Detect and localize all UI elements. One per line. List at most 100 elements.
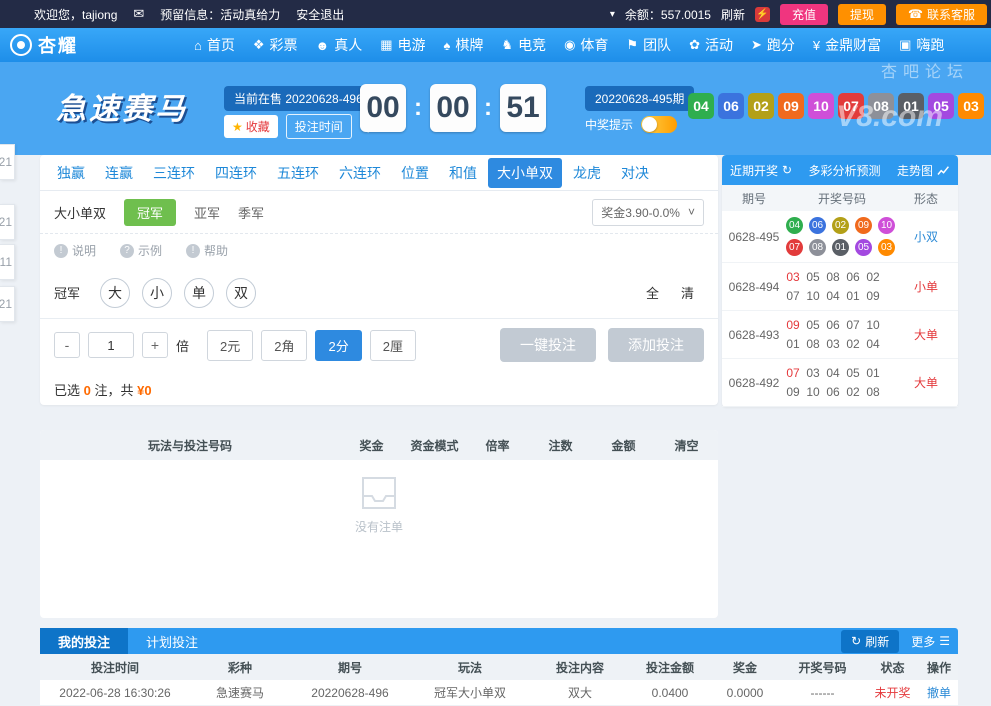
result-number: 05 bbox=[846, 366, 860, 380]
bet-summary: 已选 0 注，共 ¥0 bbox=[40, 371, 718, 405]
nav-label: 嗨跑 bbox=[916, 37, 945, 53]
empty-inbox-icon bbox=[362, 477, 396, 509]
multiplier-input[interactable] bbox=[88, 332, 134, 358]
left-strip-item[interactable]: 21 bbox=[0, 286, 15, 322]
tab-recent-results[interactable]: 近期开奖 ↻ bbox=[730, 162, 792, 179]
logout-link[interactable]: 安全退出 bbox=[296, 6, 344, 23]
help-shili[interactable]: ? 示例 bbox=[120, 242, 162, 259]
nav-label: 电竞 bbox=[518, 37, 547, 53]
chess-icon: ♠ bbox=[443, 37, 451, 53]
col-period: 期号 bbox=[337, 660, 362, 675]
brand-logo-icon bbox=[10, 34, 32, 56]
nav-item-chess[interactable]: ♠ 棋牌 bbox=[444, 35, 484, 55]
bet-option-da[interactable]: 大 bbox=[100, 277, 131, 308]
help-shuoming[interactable]: ! 说明 bbox=[54, 242, 96, 259]
nav-item-activity[interactable]: ✿ 活动 bbox=[689, 35, 733, 55]
number-ball: 02 bbox=[832, 217, 849, 234]
nav-item-team[interactable]: ⚑ 团队 bbox=[626, 35, 671, 55]
nav-item-paofen[interactable]: ➤ 跑分 bbox=[751, 35, 795, 55]
contact-service-button[interactable]: ☎ 联系客服 bbox=[896, 3, 987, 25]
mail-icon[interactable]: ✉ bbox=[133, 6, 144, 22]
nav-item-lottery[interactable]: ❖ 彩票 bbox=[253, 35, 298, 55]
nav-label: 团队 bbox=[643, 37, 672, 53]
nav-item-live[interactable]: ☻ 真人 bbox=[316, 35, 363, 55]
help-label: 示例 bbox=[138, 244, 163, 258]
empty-text: 没有注单 bbox=[354, 520, 403, 534]
topbar-left: 欢迎您，tajiong ✉ 预留信息：活动真给力 安全退出 bbox=[34, 6, 344, 23]
play-tab-weizhi[interactable]: 位置 bbox=[392, 158, 438, 188]
countdown-colon: : bbox=[414, 94, 422, 121]
play-tab-longhu[interactable]: 龙虎 bbox=[564, 158, 610, 188]
tab-my-bets[interactable]: 我的投注 bbox=[40, 628, 129, 654]
game-logo: 急速赛马 bbox=[56, 93, 188, 126]
nav-item-wealth[interactable]: ¥ 金鼎财富 bbox=[813, 35, 881, 55]
recharge-button[interactable]: 充值 bbox=[780, 3, 829, 25]
play-tab-wulianhuan[interactable]: 五连环 bbox=[268, 158, 328, 188]
multiplier-minus-button[interactable]: - bbox=[54, 332, 80, 358]
win-tip-toggle[interactable] bbox=[641, 116, 678, 133]
balance-text: 余额：557.0015 bbox=[624, 7, 711, 22]
clear-button[interactable]: 清 bbox=[681, 283, 694, 302]
nav-item-egames[interactable]: ▦ 电游 bbox=[380, 35, 425, 55]
unit-2li[interactable]: 2厘 bbox=[369, 329, 416, 361]
option-jijun[interactable]: 季军 bbox=[238, 203, 264, 222]
quick-bet-button[interactable]: 一键投注 bbox=[500, 328, 596, 362]
tab-plan-bets[interactable]: 计划投注 bbox=[128, 628, 216, 654]
nav-item-home[interactable]: ⌂ 首页 bbox=[194, 35, 235, 55]
lottery-icon: ❖ bbox=[252, 37, 265, 52]
play-tab-liulianhuan[interactable]: 六连环 bbox=[330, 158, 390, 188]
result-ball: 08 bbox=[868, 93, 894, 119]
col-pattern: 形态 bbox=[913, 191, 938, 206]
tab-trend-chart[interactable]: 走势图 bbox=[897, 162, 950, 179]
refresh-icon[interactable]: ↻ bbox=[782, 163, 792, 177]
play-tabs: 独赢 连赢 三连环 四连环 五连环 六连环 位置 和值 大小单双 龙虎 对决 bbox=[40, 155, 718, 191]
unit-2fen[interactable]: 2分 bbox=[315, 329, 362, 361]
question-icon: ? bbox=[120, 243, 135, 258]
left-strip-item[interactable]: 11 bbox=[0, 244, 15, 280]
sidebar-table-header: 期号 开奖号码 形态 bbox=[722, 185, 958, 211]
refresh-bets-button[interactable]: ↻ 刷新 bbox=[841, 629, 900, 653]
option-guanjun[interactable]: 冠军 bbox=[124, 198, 177, 226]
tab-analysis-predict[interactable]: 多彩分析预测 bbox=[809, 162, 881, 179]
refresh-balance-link[interactable]: 刷新 bbox=[721, 6, 745, 23]
add-bet-button[interactable]: 添加投注 bbox=[608, 328, 704, 362]
unit-2yuan[interactable]: 2元 bbox=[207, 329, 254, 361]
number-ball: 09 bbox=[855, 217, 872, 234]
nav-item-sports[interactable]: ◉ 体育 bbox=[564, 35, 608, 55]
brand-logo[interactable]: 杏耀 bbox=[10, 32, 78, 58]
result-number: 07 bbox=[786, 366, 800, 380]
nav-item-esports[interactable]: ♞ 电竞 bbox=[501, 35, 546, 55]
play-tab-silianhuan[interactable]: 四连环 bbox=[206, 158, 266, 188]
caret-down-icon[interactable]: ▾ bbox=[610, 9, 615, 20]
nav-item-haipao[interactable]: ▣ 嗨跑 bbox=[899, 35, 944, 55]
play-tab-hezhi[interactable]: 和值 bbox=[440, 158, 486, 188]
play-tab-duijue[interactable]: 对决 bbox=[612, 158, 658, 188]
result-numbers: 03 05 08 06 02 07 10 04 01 09 bbox=[786, 264, 898, 309]
nav-label: 彩票 bbox=[269, 37, 298, 53]
play-tab-sanlianhuan[interactable]: 三连环 bbox=[144, 158, 204, 188]
unit-2jiao[interactable]: 2角 bbox=[261, 329, 308, 361]
bet-time-button[interactable]: 投注时间 bbox=[285, 114, 352, 139]
more-button[interactable]: 更多 ☰ bbox=[911, 633, 950, 650]
my-bets-header: 投注时间 彩种 期号 玩法 投注内容 投注金额 奖金 开奖号码 状态 操作 bbox=[40, 654, 958, 680]
play-tab-lianying[interactable]: 连赢 bbox=[96, 158, 142, 188]
withdraw-button[interactable]: 提现 bbox=[838, 3, 887, 25]
help-bangzhu[interactable]: ! 帮助 bbox=[186, 242, 228, 259]
bonus-select[interactable]: 奖金3.90-0.0% ˅ bbox=[592, 198, 704, 226]
bet-option-dan[interactable]: 单 bbox=[184, 277, 215, 308]
cancel-bet-link[interactable]: 撤单 bbox=[920, 684, 958, 701]
option-yajun[interactable]: 亚军 bbox=[194, 203, 220, 222]
bet-option-xiao[interactable]: 小 bbox=[142, 277, 173, 308]
favorite-button[interactable]: ★ 收藏 bbox=[224, 115, 278, 138]
bet-row-label: 冠军 bbox=[54, 286, 81, 301]
play-tab-daxiaodanshuang[interactable]: 大小单双 bbox=[488, 157, 562, 188]
left-strip-item[interactable]: 21 bbox=[0, 204, 15, 240]
bet-option-shuang[interactable]: 双 bbox=[226, 277, 257, 308]
play-tab-duying[interactable]: 独赢 bbox=[48, 158, 94, 188]
left-strip-item[interactable]: 21 bbox=[0, 144, 15, 180]
star-icon: ★ bbox=[232, 119, 243, 134]
result-ball: 03 bbox=[958, 93, 984, 119]
multiplier-plus-button[interactable]: + bbox=[142, 332, 168, 358]
select-all-button[interactable]: 全 bbox=[646, 283, 659, 302]
pattern-text: 小单 bbox=[913, 280, 938, 294]
